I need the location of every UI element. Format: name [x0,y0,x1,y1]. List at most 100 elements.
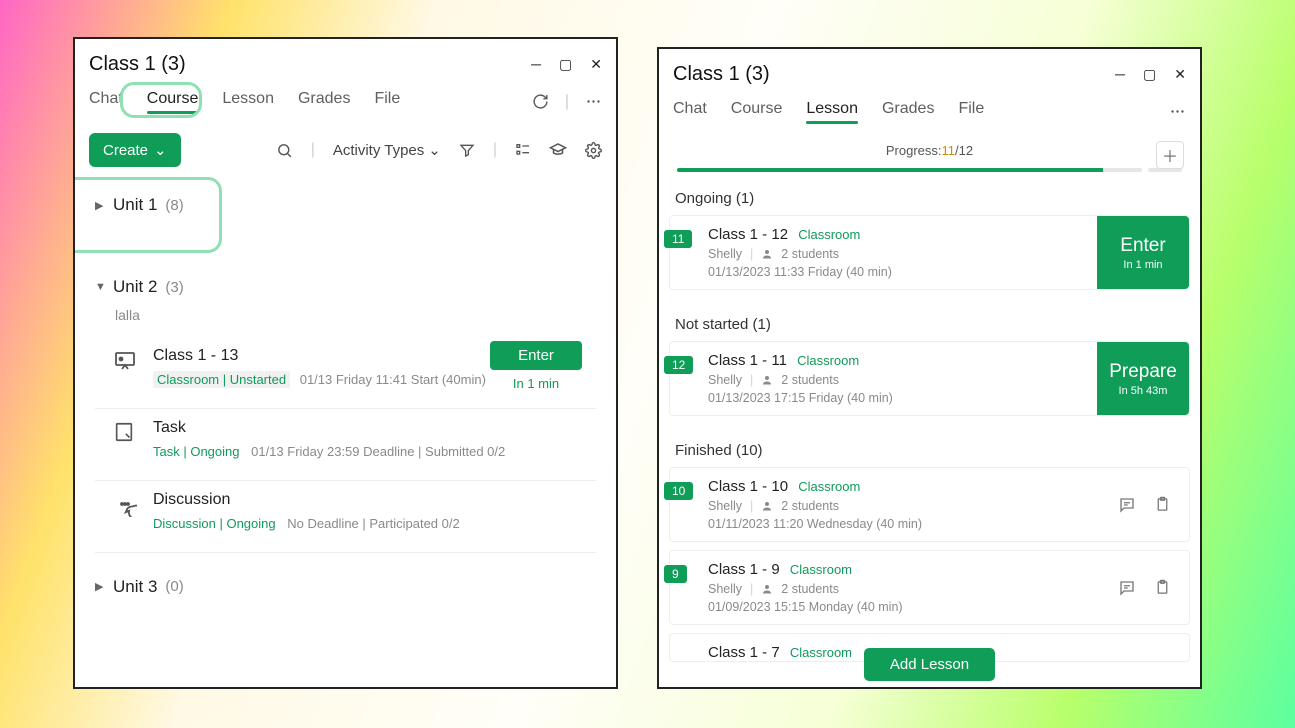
create-button[interactable]: Create ⌄ [89,133,181,167]
tab-lesson[interactable]: Lesson [222,90,274,114]
add-lesson-button[interactable]: Add Lesson [864,648,995,681]
cta-main: Prepare [1109,361,1177,383]
activity-body: Discussion Discussion | Ongoing No Deadl… [153,491,596,534]
person-icon [761,248,773,260]
titlebar: Class 1 (3) ─ ▢ ✕ [659,49,1200,89]
lesson-card[interactable]: 9 Class 1 - 9 Classroom Shelly | 2 stude… [669,550,1190,625]
refresh-icon[interactable] [532,93,549,110]
tabs: Chat Course Lesson Grades File [673,100,984,124]
room-tag: Classroom [797,353,859,368]
window-lesson: Class 1 (3) ─ ▢ ✕ Chat Course Lesson Gra… [657,47,1202,689]
unit-head-1[interactable]: ▶ Unit 1 (8) [95,173,596,225]
lesson-number-badge: 10 [664,482,693,500]
separator: | [750,582,753,596]
course-toolbar: Create ⌄ | Activity Types ⌄ | [75,119,616,173]
lesson-main: Class 1 - 11 Classroom Shelly | 2 studen… [670,342,1097,415]
filter-icon[interactable] [459,142,475,158]
minimize-icon[interactable]: ─ [531,56,541,73]
graduation-icon[interactable] [549,141,567,159]
section-notstarted-head: Not started (1) [659,298,1200,341]
person-icon [761,583,773,595]
activity-status: Classroom | Unstarted [153,371,290,388]
chat-icon[interactable] [1118,579,1136,597]
lesson-number-badge: 11 [664,230,692,248]
tabbar: Chat Course Lesson Grades File | [75,79,616,119]
activity-status: Task | Ongoing [153,444,239,459]
unit-count: (0) [165,578,183,595]
tab-lesson[interactable]: Lesson [806,100,858,124]
lesson-name: Class 1 - 11 [708,352,787,369]
clipboard-icon[interactable] [1154,579,1171,596]
lesson-time: 01/13/2023 11:33 Friday (40 min) [708,265,1089,279]
lesson-actions [1118,468,1189,541]
chevron-down-icon: ⌄ [428,141,441,159]
lesson-title: Class 1 - 11 Classroom [708,352,1089,369]
prepare-button[interactable]: Prepare In 5h 43m [1097,342,1189,415]
progress-label: Progress:11/12 [886,143,973,158]
maximize-icon[interactable]: ▢ [1143,66,1156,83]
activity-discussion[interactable]: Discussion Discussion | Ongoing No Deadl… [95,481,596,553]
list-layout-icon[interactable] [515,142,531,158]
activity-task[interactable]: Task Task | Ongoing 01/13 Friday 23:59 D… [95,409,596,481]
progress-current: 11 [942,143,956,158]
activity-body: Task Task | Ongoing 01/13 Friday 23:59 D… [153,419,596,462]
tab-file[interactable]: File [374,90,400,114]
unit-name: Unit 2 [113,277,157,297]
tab-grades[interactable]: Grades [882,100,934,124]
section-finished-head: Finished (10) [659,424,1200,467]
enter-button[interactable]: Enter In 1 min [1097,216,1189,289]
unit-count: (8) [165,197,183,214]
activity-title: Task [153,419,596,437]
tab-course[interactable]: Course [731,100,783,124]
room-tag: Classroom [790,562,852,577]
unit-name: Unit 1 [113,195,157,215]
lesson-title: Class 1 - 12 Classroom [708,226,1089,243]
enter-button[interactable]: Enter [490,341,582,370]
room-tag: Classroom [798,227,860,242]
activity-detail: 01/13 Friday 23:59 Deadline | Submitted … [251,444,505,459]
window-controls: ─ ▢ ✕ [1115,66,1186,83]
unit-list: ▶ Unit 1 (8) ▼ Unit 2 (3) lalla Class 1 … [75,173,616,687]
lesson-card[interactable]: 12 Class 1 - 11 Classroom Shelly | 2 stu… [669,341,1190,416]
tab-chat[interactable]: Chat [89,90,123,114]
person-icon [761,500,773,512]
minimize-icon[interactable]: ─ [1115,66,1125,83]
lesson-main: Class 1 - 12 Classroom Shelly | 2 studen… [670,216,1097,289]
gear-icon[interactable] [585,142,602,159]
more-icon[interactable] [1169,103,1186,120]
lessons-scroll[interactable]: Ongoing (1) 11 Class 1 - 12 Classroom Sh… [659,172,1200,687]
tab-actions: | [532,93,602,111]
close-icon[interactable]: ✕ [590,56,602,73]
add-icon[interactable]: ＋ [1156,141,1184,169]
search-icon[interactable] [276,142,293,159]
clipboard-icon[interactable] [1154,496,1171,513]
chat-icon[interactable] [1118,496,1136,514]
cta-sub: In 5h 43m [1119,385,1168,397]
tabbar: Chat Course Lesson Grades File [659,89,1200,129]
separator: | [565,93,569,111]
maximize-icon[interactable]: ▢ [559,56,572,73]
lesson-name: Class 1 - 9 [708,561,780,578]
lesson-teacher: Shelly [708,582,742,596]
lesson-card[interactable]: 10 Class 1 - 10 Classroom Shelly | 2 stu… [669,467,1190,542]
lesson-time: 01/11/2023 11:20 Wednesday (40 min) [708,517,1110,531]
unit-head-2[interactable]: ▼ Unit 2 (3) [95,225,596,307]
activity-classroom[interactable]: Class 1 - 13 Classroom | Unstarted 01/13… [95,337,596,409]
toolbar-icons: | Activity Types ⌄ | [276,141,602,159]
tab-course[interactable]: Course [147,90,199,114]
activity-types-dropdown[interactable]: Activity Types ⌄ [333,141,441,159]
cta-main: Enter [1120,235,1165,257]
unit-head-3[interactable]: ▶ Unit 3 (0) [95,553,596,607]
lesson-card[interactable]: 11 Class 1 - 12 Classroom Shelly | 2 stu… [669,215,1190,290]
tab-file[interactable]: File [958,100,984,124]
lesson-number-badge: 12 [664,356,693,374]
window-controls: ─ ▢ ✕ [531,56,602,73]
lesson-sub: Shelly | 2 students [708,373,1089,387]
more-icon[interactable] [585,93,602,110]
tab-grades[interactable]: Grades [298,90,350,114]
window-title: Class 1 (3) [89,53,186,76]
close-icon[interactable]: ✕ [1174,66,1186,83]
tab-chat[interactable]: Chat [673,100,707,124]
activity-side: Enter In 1 min [476,341,596,391]
lesson-students: 2 students [781,582,839,596]
